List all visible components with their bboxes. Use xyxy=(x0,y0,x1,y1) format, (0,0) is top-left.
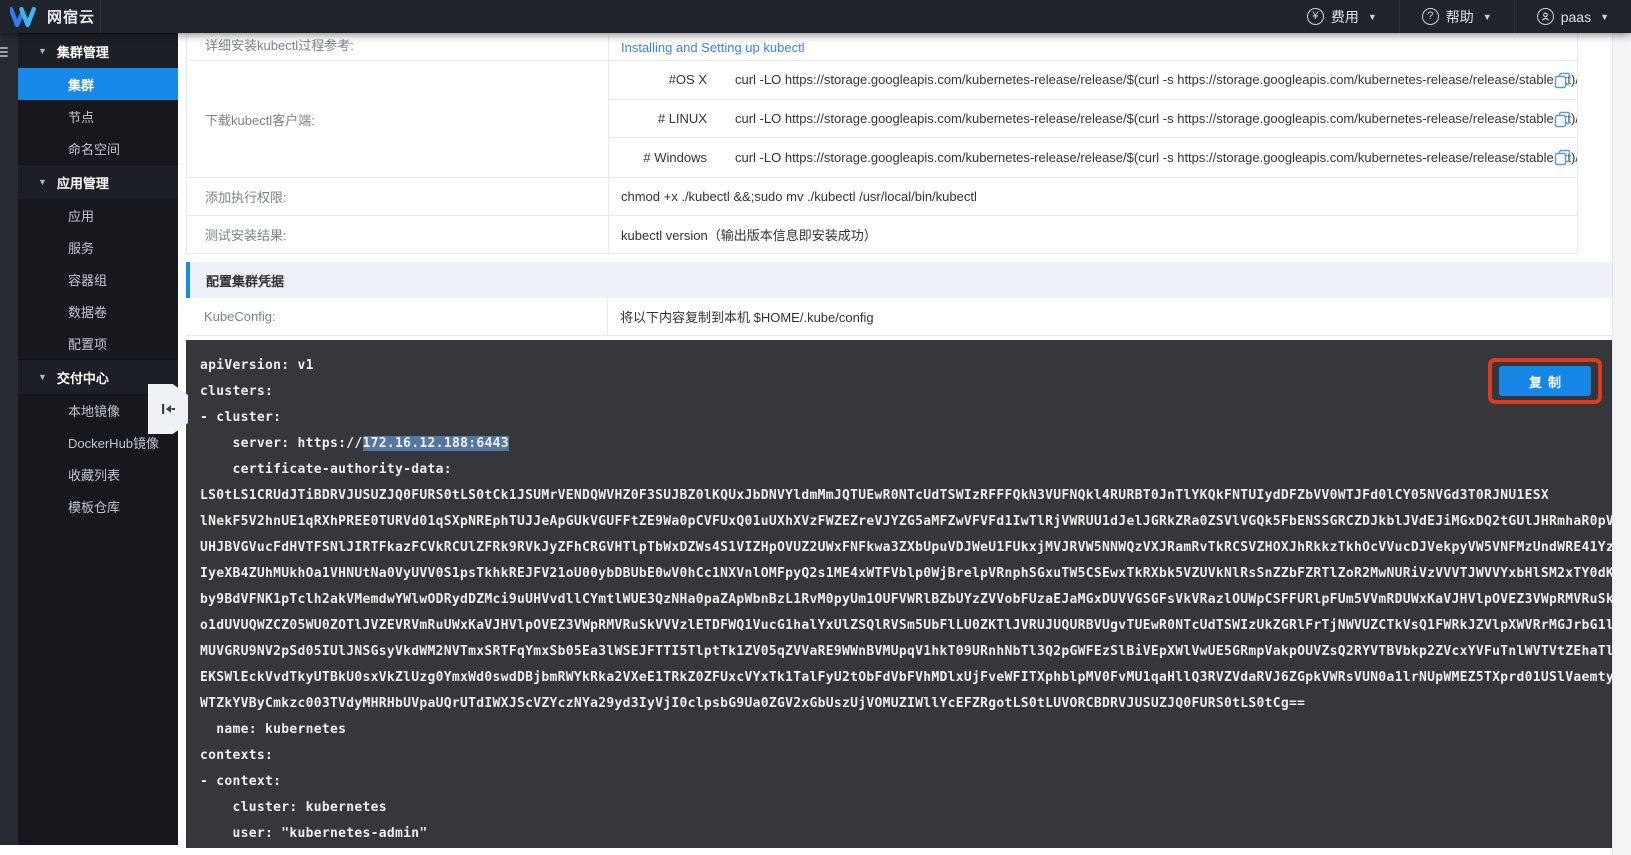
topbar-menu-paas[interactable]: paas ▼ xyxy=(1515,0,1631,33)
code-line: clusters: xyxy=(200,384,274,399)
code-line: EKSWlEckVvdTkyUTBkU0sxVkZlUzg0YmxWd0swdD… xyxy=(200,670,1612,685)
sidebar-item-模板仓库[interactable]: 模板仓库 xyxy=(18,490,178,522)
question-circle-icon: ? xyxy=(1421,8,1439,25)
copy-icon[interactable] xyxy=(1554,149,1571,166)
chevron-down-icon: ▼ xyxy=(38,372,47,382)
selected-server-ip: 172.16.12.188:6443 xyxy=(362,436,509,451)
sidebar-item-收藏列表[interactable]: 收藏列表 xyxy=(18,458,178,490)
topbar-menu-帮助[interactable]: ? 帮助 ▼ xyxy=(1400,0,1514,33)
collapse-arrow-icon xyxy=(162,404,175,414)
sidebar-group-应用管理[interactable]: ▼ 应用管理 xyxy=(18,164,178,199)
chevron-down-icon: ▼ xyxy=(38,46,47,56)
code-line: contexts: xyxy=(200,748,274,763)
sidebar-item-命名空间[interactable]: 命名空间 xyxy=(18,132,178,164)
sidebar-item-节点[interactable]: 节点 xyxy=(18,100,178,132)
kubectl-install-table: 详细安装kubectl过程参考: Installing and Setting … xyxy=(186,33,1578,254)
command-row-OSX: #OS X curl -LO https://storage.googleapis… xyxy=(609,61,1577,100)
code-line: WTZkYVByCmkzc003TVdyMHRHbUVpaUQrUTdIWXJS… xyxy=(200,696,1306,711)
copy-button-highlight-annotation: 复制 xyxy=(1488,358,1602,404)
command-row-Windows: # Windows curl -LO https://storage.google… xyxy=(609,138,1577,177)
sidebar-group-label: 集群管理 xyxy=(56,44,109,60)
platform-label: #OS X xyxy=(668,72,707,88)
curl-command: curl -LO https://storage.googleapis.com/… xyxy=(735,111,1577,126)
row-label: 测试安装结果: xyxy=(187,216,609,253)
sidebar-group-label: 应用管理 xyxy=(56,175,109,191)
sidebar-item-容器组[interactable]: 容器组 xyxy=(18,263,178,295)
copy-icon[interactable] xyxy=(1554,111,1571,128)
topbar-menu-费用[interactable]: ¥ 费用 ▼ xyxy=(1285,0,1399,33)
sidebar-item-应用[interactable]: 应用 xyxy=(18,199,178,231)
sidebar-item-集群[interactable]: 集群 xyxy=(18,68,178,100)
code-line: certificate-authority-data: xyxy=(200,462,452,477)
code-line: by9BdVFNK1pTclh2akVMemdwYWlwODRydDZMci9u… xyxy=(200,592,1612,607)
chmod-command: chmod +x ./kubectl &&;sudo mv ./kubectl … xyxy=(621,189,977,204)
code-line: LS0tLS1CRUdJTiBDRVJUSUZJQ0FURS0tLS0tCk1J… xyxy=(200,488,1550,503)
code-line: server: https://172.16.12.188:6443 xyxy=(200,436,509,451)
table-row-download: 下载kubectl客户端: #OS X curl -LO https://stor… xyxy=(187,61,1577,178)
code-line: lNekF5V2hnUE1qRXhPREE0TURVd01qSXpNREphTU… xyxy=(200,514,1612,529)
credentials-section-header: 配置集群凭据 xyxy=(186,262,1612,298)
kubeconfig-codeblock[interactable]: 复制 apiVersion: v1 clusters: - cluster: ser… xyxy=(186,340,1612,848)
yen-circle-icon: ¥ xyxy=(1306,8,1324,25)
row-label: 下载kubectl客户端: xyxy=(187,61,609,177)
chevron-down-icon: ▼ xyxy=(1367,11,1377,22)
topbar: 网宿云 ¥ 费用 ▼? 帮助 ▼ paas ▼ xyxy=(0,0,1631,33)
kubeconfig-row: KubeConfig: 将以下内容复制到本机 $HOME/.kube/confi… xyxy=(186,298,1612,336)
code-line: name: kubernetes xyxy=(200,722,347,737)
wangsu-logo-icon xyxy=(10,6,37,27)
menu-icon[interactable] xyxy=(0,47,8,59)
sidebar: ▼ 集群管理 集群 节点 命名空间 ▼ 应用管理 应用 服务 容器组 数据卷 配置项 ▼ 交付中心 本地镜像… xyxy=(18,33,178,845)
kubeconfig-hint: 将以下内容复制到本机 $HOME/.kube/config xyxy=(620,310,874,325)
table-row-reference: 详细安装kubectl过程参考: Installing and Setting … xyxy=(187,33,1577,61)
chevron-down-icon: ▼ xyxy=(1600,11,1609,22)
code-line: - context: xyxy=(200,774,282,789)
sidebar-item-数据卷[interactable]: 数据卷 xyxy=(18,295,178,327)
topbar-menu-label: paas xyxy=(1560,8,1592,25)
sidebar-group-label: 交付中心 xyxy=(56,370,109,386)
code-line: UHJBVGVucFdHVTFSNlJIRTFkazFCVkRCUlZFRk9R… xyxy=(200,540,1612,555)
code-line: apiVersion: v1 xyxy=(200,358,314,373)
copy-icon[interactable] xyxy=(1554,72,1571,89)
kubeconfig-label: KubeConfig: xyxy=(186,298,608,335)
topbar-menu-label: 帮助 xyxy=(1445,8,1474,25)
sidebar-group-集群管理[interactable]: ▼ 集群管理 xyxy=(18,33,178,68)
kubectl-doc-link[interactable]: Installing and Setting up kubectl xyxy=(621,40,805,55)
test-command: kubectl version（输出版本信息即安装成功） xyxy=(621,228,877,243)
platform-label: # LINUX xyxy=(657,111,707,126)
copy-button[interactable]: 复制 xyxy=(1499,366,1591,396)
row-label: 添加执行权限: xyxy=(187,178,609,215)
curl-command: curl -LO https://storage.googleapis.com/… xyxy=(735,72,1577,88)
command-row-LINUX: # LINUX curl -LO https://storage.googleap… xyxy=(609,100,1577,139)
row-label: 详细安装kubectl过程参考: xyxy=(187,33,609,60)
page-right-margin xyxy=(1612,33,1631,855)
code-line: user: "kubernetes-admin" xyxy=(200,826,428,841)
code-line: cluster: kubernetes xyxy=(200,800,387,815)
platform-label: # Windows xyxy=(643,150,707,166)
sidebar-item-服务[interactable]: 服务 xyxy=(18,231,178,263)
topbar-divider xyxy=(100,0,101,33)
main-content: 详细安装kubectl过程参考: Installing and Setting … xyxy=(186,33,1612,848)
logo[interactable]: 网宿云 xyxy=(0,6,100,27)
chevron-down-icon: ▼ xyxy=(38,177,47,187)
sidebar-item-配置项[interactable]: 配置项 xyxy=(18,327,178,359)
code-line: o1dUVUQWZCZ05WU0ZOTlJVZEVRVmRuUWxKaVJHVl… xyxy=(200,618,1612,633)
code-line: - cluster: xyxy=(200,410,282,425)
code-line: IyeXB4ZUhMUkhOa1VHNUtNa0VyUVV0S1psTkhkRE… xyxy=(200,566,1612,581)
left-rail xyxy=(0,33,18,845)
logo-text: 网宿云 xyxy=(47,9,96,26)
curl-command: curl -LO https://storage.googleapis.com/… xyxy=(735,150,1577,166)
page-bottom-margin xyxy=(18,848,1612,855)
chevron-down-icon: ▼ xyxy=(1482,11,1492,22)
table-row-chmod: 添加执行权限: chmod +x ./kubectl &&;sudo mv ./… xyxy=(187,178,1577,216)
topbar-menu-label: 费用 xyxy=(1330,8,1359,25)
sidebar-collapse-handle[interactable] xyxy=(148,384,188,434)
user-circle-icon xyxy=(1536,8,1554,25)
code-line: MUVGRU9NV2pSd05IUlJNSGsyVkdWM2NVTmxSRTFq… xyxy=(200,644,1612,659)
table-row-test: 测试安装结果: kubectl version（输出版本信息即安装成功） xyxy=(187,216,1577,254)
